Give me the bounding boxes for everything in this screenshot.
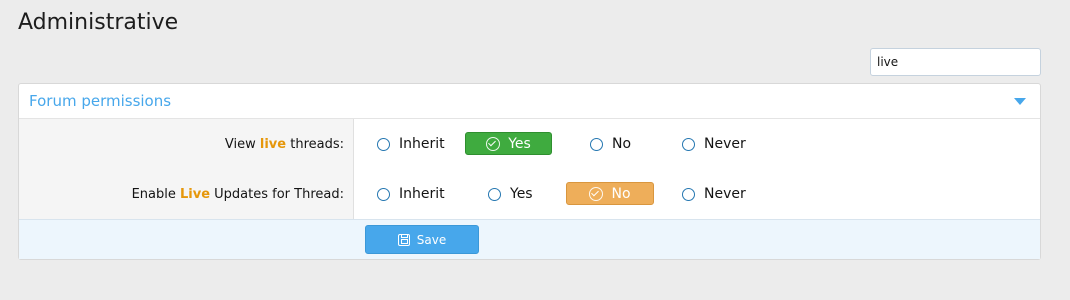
radio-icon[interactable] (488, 187, 501, 201)
label-text: Updates for Thread: (210, 186, 344, 202)
save-label: Save (416, 232, 447, 247)
permission-options: Inherit Yes No Never (354, 169, 1040, 219)
label-text: Enable (131, 186, 180, 202)
option-inherit[interactable]: Inherit (377, 183, 467, 205)
option-no-selected[interactable]: No (566, 182, 654, 205)
option-inherit[interactable]: Inherit (377, 133, 467, 155)
forum-permissions-block: Forum permissions View live threads: Inh… (18, 83, 1041, 260)
option-no[interactable]: No (590, 133, 660, 155)
radio-icon[interactable] (682, 137, 695, 151)
label-highlight: Live (180, 186, 211, 202)
radio-icon[interactable] (377, 137, 390, 151)
option-yes[interactable]: Yes (488, 183, 548, 205)
label-text: threads: (286, 136, 344, 152)
radio-icon[interactable] (377, 187, 390, 201)
check-circle-icon (486, 136, 501, 151)
permission-row-view-live-threads: View live threads: Inherit Yes No Never (19, 119, 1040, 169)
permission-filter-input[interactable] (870, 48, 1041, 76)
save-button[interactable]: Save (365, 225, 479, 254)
permission-row-enable-live-updates: Enable Live Updates for Thread: Inherit … (19, 169, 1040, 219)
chevron-down-icon[interactable] (1014, 97, 1026, 105)
option-never[interactable]: Never (682, 183, 772, 205)
submit-row: Save (19, 219, 1040, 259)
option-never[interactable]: Never (682, 133, 772, 155)
forum-permissions-header[interactable]: Forum permissions (19, 84, 1040, 119)
option-label: Yes (510, 186, 533, 202)
permission-options: Inherit Yes No Never (354, 119, 1040, 169)
page-title: Administrative (18, 10, 179, 35)
option-label: Never (704, 136, 746, 152)
block-title: Forum permissions (29, 92, 172, 110)
label-text: View (224, 136, 260, 152)
option-label: No (612, 136, 632, 152)
option-label: Inherit (399, 136, 445, 152)
option-label: Never (704, 186, 746, 202)
option-yes-selected[interactable]: Yes (465, 132, 552, 155)
permission-label: View live threads: (19, 119, 354, 169)
option-label: Inherit (399, 186, 445, 202)
option-label: No (611, 185, 631, 202)
permission-label: Enable Live Updates for Thread: (19, 169, 354, 219)
radio-icon[interactable] (682, 187, 695, 201)
save-icon (397, 233, 410, 246)
label-highlight: live (259, 136, 287, 152)
check-circle-icon (589, 186, 604, 201)
radio-icon[interactable] (590, 137, 603, 151)
option-label: Yes (508, 135, 531, 152)
